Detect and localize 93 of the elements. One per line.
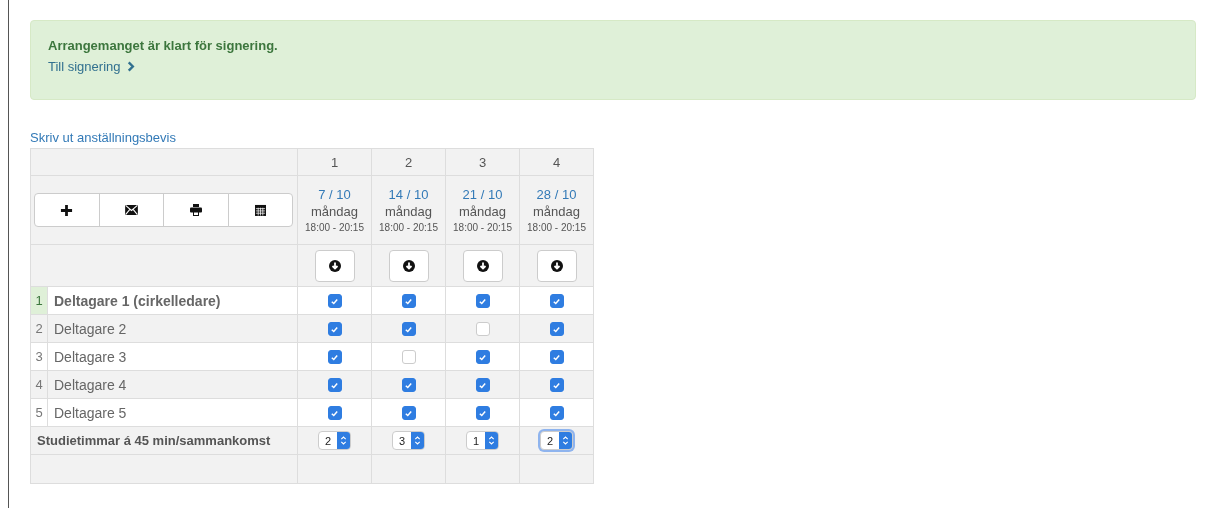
- session-time: 18:00 - 20:15: [378, 222, 439, 233]
- envelope-icon: [124, 205, 138, 215]
- attendance-checkbox[interactable]: [327, 294, 342, 309]
- attendance-checkbox[interactable]: [401, 406, 416, 421]
- session-date[interactable]: 21 / 10: [446, 187, 519, 202]
- participant-name: Deltagare 5: [53, 403, 127, 423]
- session-number: 4: [519, 148, 594, 176]
- attendance-checkbox[interactable]: [401, 294, 416, 309]
- attendance-checkbox[interactable]: [401, 350, 416, 365]
- participant-name: Deltagare 3: [53, 347, 127, 367]
- checkmark-icon: [478, 352, 487, 362]
- participant-name: Deltagare 4: [53, 375, 127, 395]
- checkmark-icon: [404, 324, 413, 334]
- checkmark-icon: [404, 296, 413, 306]
- attendance-checkbox[interactable]: [549, 350, 564, 365]
- attendance-checkbox[interactable]: [549, 406, 564, 421]
- row-number: 2: [31, 315, 48, 342]
- checkmark-icon: [552, 352, 561, 362]
- download-button[interactable]: [388, 249, 429, 282]
- checkmark-icon: [330, 408, 339, 418]
- download-button[interactable]: [314, 249, 355, 282]
- checkmark-icon: [552, 296, 561, 306]
- session-time: 18:00 - 20:15: [526, 222, 587, 233]
- checkmark-icon: [330, 296, 339, 306]
- row-number: 3: [31, 343, 48, 370]
- row-number: 4: [31, 371, 48, 398]
- mail-button[interactable]: [98, 193, 164, 227]
- arrow-down-circle-icon: [402, 259, 415, 272]
- up-down-arrows-icon: [340, 435, 348, 446]
- row-number: 5: [31, 399, 48, 426]
- checkmark-icon: [330, 380, 339, 390]
- session-weekday: måndag: [532, 204, 581, 219]
- attendance-checkbox[interactable]: [475, 350, 490, 365]
- checkmark-icon: [552, 408, 561, 418]
- checkmark-icon: [478, 408, 487, 418]
- session-weekday: måndag: [458, 204, 507, 219]
- checkmark-icon: [404, 380, 413, 390]
- plus-icon: [60, 203, 74, 217]
- checkmark-icon: [404, 408, 413, 418]
- hours-select[interactable]: 1: [465, 431, 500, 450]
- attendance-checkbox[interactable]: [549, 378, 564, 393]
- up-down-arrows-icon: [488, 435, 496, 446]
- attendance-checkbox[interactable]: [475, 294, 490, 309]
- arrow-down-circle-icon: [328, 259, 341, 272]
- checkmark-icon: [552, 324, 561, 334]
- hours-select[interactable]: 2: [317, 431, 352, 450]
- attendance-checkbox[interactable]: [475, 378, 490, 393]
- arrow-down-circle-icon: [476, 259, 489, 272]
- participant-name: Deltagare 2: [53, 319, 127, 339]
- alert-message: Arrangemanget är klart för signering.: [48, 38, 278, 53]
- checkmark-icon: [330, 352, 339, 362]
- calendar-button[interactable]: [227, 193, 293, 227]
- printer-icon: [189, 204, 202, 216]
- session-date[interactable]: 14 / 10: [372, 187, 445, 202]
- row-number: 1: [31, 287, 48, 314]
- download-button[interactable]: [462, 249, 503, 282]
- chevron-right-icon: [126, 61, 135, 72]
- up-down-arrows-icon: [562, 435, 570, 446]
- checkmark-icon: [552, 380, 561, 390]
- arrow-down-circle-icon: [550, 259, 563, 272]
- attendance-checkbox[interactable]: [401, 322, 416, 337]
- session-date[interactable]: 7 / 10: [298, 187, 371, 202]
- print-certificate-link[interactable]: Skriv ut anställningsbevis: [30, 130, 176, 145]
- attendance-checkbox[interactable]: [549, 322, 564, 337]
- calendar-icon: [254, 204, 266, 216]
- hours-select[interactable]: 2: [539, 431, 574, 450]
- session-time: 18:00 - 20:15: [452, 222, 513, 233]
- participant-name: Deltagare 1 (cirkelledare): [53, 291, 221, 311]
- checkmark-icon: [330, 324, 339, 334]
- attendance-checkbox[interactable]: [327, 322, 342, 337]
- session-weekday: måndag: [310, 204, 359, 219]
- attendance-checkbox[interactable]: [475, 322, 490, 337]
- attendance-checkbox[interactable]: [327, 378, 342, 393]
- session-number: 3: [445, 148, 520, 176]
- hours-select[interactable]: 3: [391, 431, 426, 450]
- download-button[interactable]: [536, 249, 577, 282]
- checkmark-icon: [478, 380, 487, 390]
- up-down-arrows-icon: [414, 435, 422, 446]
- signing-link[interactable]: Till signering: [48, 59, 121, 74]
- attendance-checkbox[interactable]: [549, 294, 564, 309]
- print-button[interactable]: [163, 193, 229, 227]
- checkmark-icon: [478, 296, 487, 306]
- attendance-checkbox[interactable]: [327, 406, 342, 421]
- session-time: 18:00 - 20:15: [304, 222, 365, 233]
- attendance-checkbox[interactable]: [401, 378, 416, 393]
- session-number: 2: [371, 148, 446, 176]
- session-number: 1: [297, 148, 372, 176]
- session-weekday: måndag: [384, 204, 433, 219]
- attendance-checkbox[interactable]: [475, 406, 490, 421]
- attendance-checkbox[interactable]: [327, 350, 342, 365]
- add-button[interactable]: [34, 193, 100, 227]
- session-date[interactable]: 28 / 10: [520, 187, 593, 202]
- study-hours-label: Studietimmar á 45 min/sammankomst: [36, 433, 271, 448]
